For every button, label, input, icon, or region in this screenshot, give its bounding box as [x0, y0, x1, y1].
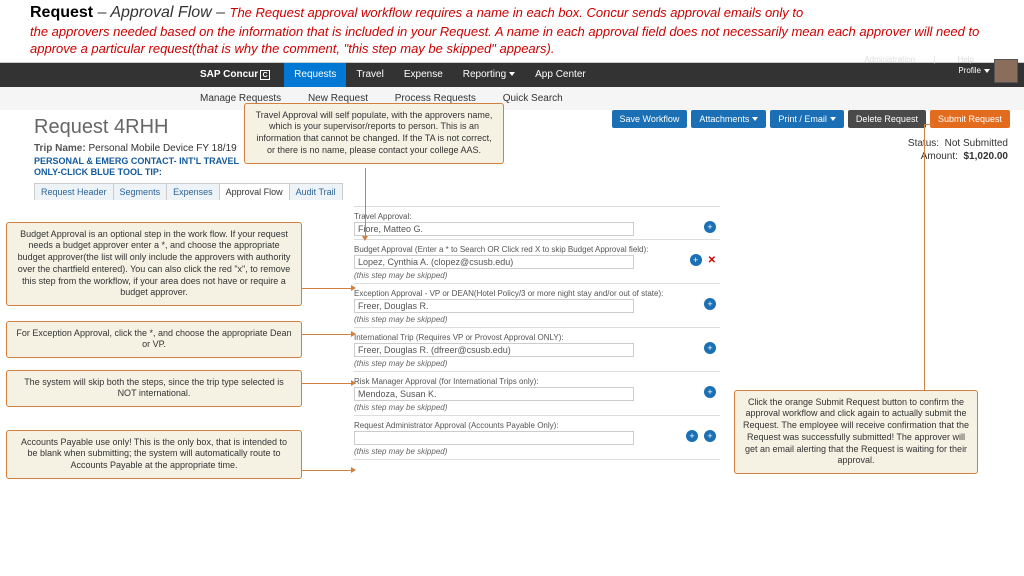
approver-input[interactable] — [354, 222, 634, 236]
nav-requests[interactable]: Requests — [284, 63, 346, 87]
approver-input[interactable] — [354, 299, 634, 313]
arrow-line — [302, 470, 351, 471]
chevron-down-icon — [925, 58, 931, 62]
title-bold: Request — [30, 4, 93, 21]
callout-budget-approval: Budget Approval is an optional step in t… — [6, 222, 302, 306]
workflow-label: Budget Approval (Enter a * to Search OR … — [354, 245, 720, 254]
chevron-down-icon — [509, 72, 515, 76]
remove-step-icon[interactable]: ✕ — [708, 255, 716, 266]
print-email-button[interactable]: Print / Email — [770, 110, 844, 128]
arrow-icon — [362, 236, 368, 241]
delete-request-button[interactable]: Delete Request — [848, 110, 926, 128]
workflow-label: Request Administrator Approval (Accounts… — [354, 421, 720, 430]
action-buttons: Save Workflow Attachments Print / Email … — [612, 110, 1011, 128]
tab-approval-flow[interactable]: Approval Flow — [219, 183, 290, 200]
workflow-row: Risk Manager Approval (for International… — [354, 372, 720, 416]
top-navbar: SAP ConcurC Requests Travel Expense Repo… — [0, 63, 1024, 87]
nav-admin[interactable]: Administration — [854, 55, 931, 64]
tool-tip: PERSONAL & EMERG CONTACT- INT'L TRAVEL O… — [34, 156, 254, 178]
workflow-row: Request Administrator Approval (Accounts… — [354, 416, 720, 460]
tab-expenses[interactable]: Expenses — [166, 183, 220, 200]
tab-audit-trail[interactable]: Audit Trail — [289, 183, 343, 200]
doc-title: Request – Approval Flow – The Request ap… — [0, 0, 1024, 24]
brand: SAP ConcurC — [0, 69, 284, 80]
skip-note: (this step may be skipped) — [354, 315, 720, 324]
add-approver-icon[interactable]: + — [690, 254, 702, 266]
status-block: Status: Not Submitted Amount: $1,020.00 — [908, 138, 1008, 164]
workflow-row: Budget Approval (Enter a * to Search OR … — [354, 240, 720, 284]
callout-accounts-payable: Accounts Payable use only! This is the o… — [6, 430, 302, 479]
arrow-line — [302, 288, 351, 289]
skip-note: (this step may be skipped) — [354, 403, 720, 412]
arrow-icon — [351, 467, 356, 473]
callout-exception-approval: For Exception Approval, click the *, and… — [6, 321, 302, 358]
arrow-line — [365, 168, 366, 236]
add-approver-icon[interactable]: + — [704, 298, 716, 310]
tabs: Request Header Segments Expenses Approva… — [34, 183, 1008, 200]
trip-name: Trip Name: Personal Mobile Device FY 18/… — [34, 143, 1008, 154]
nav-appcenter[interactable]: App Center — [525, 63, 596, 87]
skip-note: (this step may be skipped) — [354, 359, 720, 368]
arrow-icon — [351, 285, 356, 291]
arrow-icon — [351, 331, 356, 337]
arrow-line — [924, 124, 925, 390]
chevron-down-icon — [984, 58, 990, 62]
avatar[interactable] — [994, 59, 1018, 83]
save-workflow-button[interactable]: Save Workflow — [612, 110, 688, 128]
title-italic: Approval Flow – — [110, 4, 229, 21]
add-approver-icon[interactable]: + — [704, 386, 716, 398]
callout-intl-skip: The system will skip both the steps, sin… — [6, 370, 302, 407]
workflow-row: International Trip (Requires VP or Provo… — [354, 328, 720, 372]
subnav-quick[interactable]: Quick Search — [503, 93, 563, 104]
approver-input[interactable] — [354, 387, 634, 401]
approver-input[interactable] — [354, 255, 634, 269]
workflow-label: Exception Approval - VP or DEAN(Hotel Po… — [354, 289, 720, 298]
tab-request-header[interactable]: Request Header — [34, 183, 114, 200]
arrow-line — [924, 124, 934, 125]
tab-segments[interactable]: Segments — [113, 183, 168, 200]
callout-travel-approval: Travel Approval will self populate, with… — [244, 103, 504, 164]
callout-submit-request: Click the orange Submit Request button t… — [734, 390, 978, 474]
skip-note: (this step may be skipped) — [354, 271, 720, 280]
arrow-icon — [351, 380, 356, 386]
add-approver-icon[interactable]: + — [704, 221, 716, 233]
nav-travel[interactable]: Travel — [346, 63, 393, 87]
chevron-down-icon — [752, 117, 758, 121]
approver-input[interactable] — [354, 343, 634, 357]
approver-input[interactable] — [354, 431, 634, 445]
nav-help[interactable]: Help — [948, 55, 990, 64]
workflow-label: Travel Approval: — [354, 212, 720, 221]
amount-value: $1,020.00 — [964, 151, 1009, 162]
workflow-row: Exception Approval - VP or DEAN(Hotel Po… — [354, 284, 720, 328]
arrow-line — [302, 383, 351, 384]
chevron-down-icon — [984, 69, 990, 73]
attachments-button[interactable]: Attachments — [691, 110, 766, 128]
nav-reporting[interactable]: Reporting — [453, 63, 525, 87]
nav-profile[interactable]: Profile — [958, 66, 990, 75]
arrow-line — [302, 334, 351, 335]
submit-request-button[interactable]: Submit Request — [930, 110, 1010, 128]
chevron-down-icon — [830, 117, 836, 121]
workflow-label: Risk Manager Approval (for International… — [354, 377, 720, 386]
workflow-label: International Trip (Requires VP or Provo… — [354, 333, 720, 342]
add-approver-icon[interactable]: + — [686, 430, 698, 442]
add-approver-icon[interactable]: + — [704, 342, 716, 354]
skip-note: (this step may be skipped) — [354, 447, 720, 456]
add-approver-icon[interactable]: + — [704, 430, 716, 442]
sub-navbar: Manage Requests New Request Process Requ… — [0, 87, 1024, 110]
approval-workflow: Travel Approval:+Budget Approval (Enter … — [354, 206, 720, 460]
nav-expense[interactable]: Expense — [394, 63, 453, 87]
workflow-row: Travel Approval:+ — [354, 207, 720, 240]
